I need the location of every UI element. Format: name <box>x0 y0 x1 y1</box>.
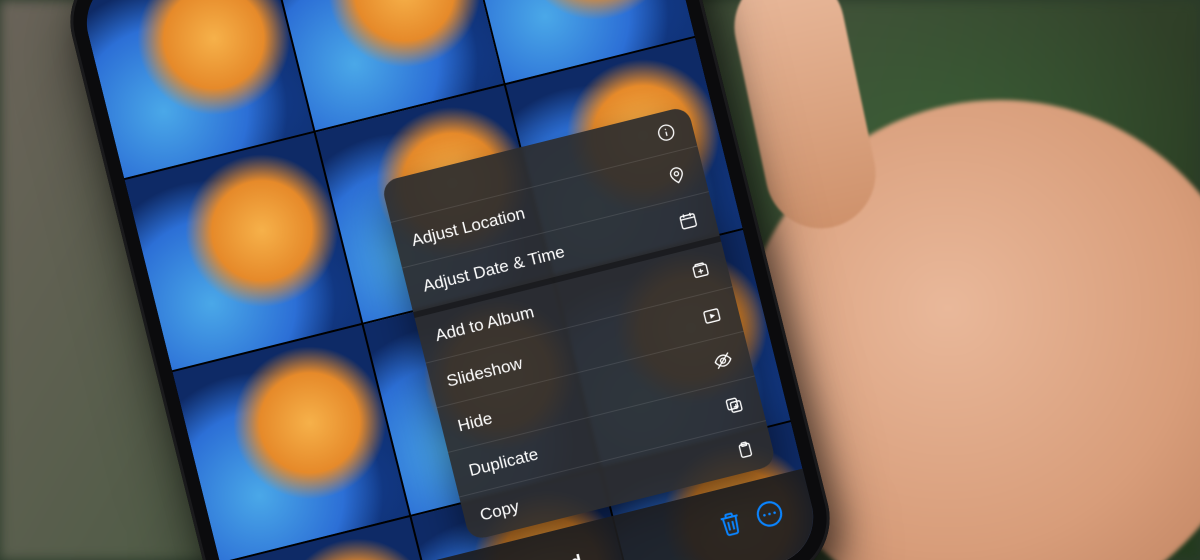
duplicate-icon <box>721 391 748 418</box>
clipboard-icon <box>732 436 759 463</box>
map-pin-icon <box>663 162 690 189</box>
info-icon <box>653 119 680 146</box>
menu-item-label: Copy <box>478 496 521 525</box>
more-button[interactable] <box>752 497 788 531</box>
menu-item-label: Duplicate <box>467 444 541 481</box>
trash-button[interactable] <box>713 507 748 539</box>
calendar-icon <box>675 207 702 234</box>
menu-item-label: Slideshow <box>444 353 524 391</box>
eye-slash-icon <box>710 347 737 374</box>
phone-screen: Adjust Location Adjust Date & Time <box>77 0 824 560</box>
play-rect-icon <box>698 302 725 329</box>
menu-item-label: Hide <box>456 408 495 436</box>
album-add-icon <box>687 257 714 284</box>
